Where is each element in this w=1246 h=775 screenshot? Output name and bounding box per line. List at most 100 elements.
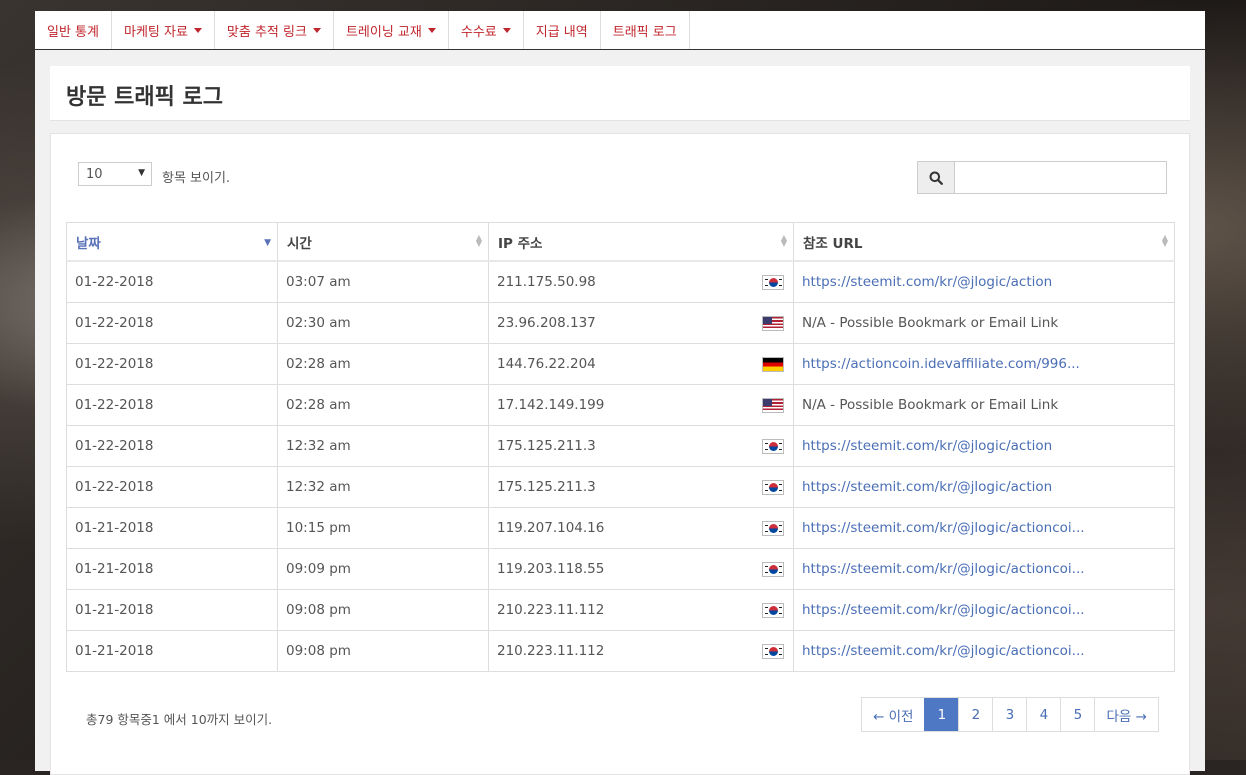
referrer-link[interactable]: https://steemit.com/kr/@jlogic/action: [802, 438, 1052, 454]
cell-time: 10:15 pm: [277, 507, 489, 549]
search-input[interactable]: [955, 161, 1167, 194]
cell-time: 09:09 pm: [277, 548, 489, 590]
nav-payment-history[interactable]: 지급 내역: [524, 11, 601, 49]
caret-down-icon: [193, 27, 202, 33]
page-title: 방문 트래픽 로그: [66, 85, 223, 110]
cell-referrer: https://steemit.com/kr/@jlogic/actioncoi…: [793, 507, 1175, 549]
cell-ip: 119.203.118.55: [488, 548, 794, 590]
cell-time: 12:32 am: [277, 466, 489, 508]
traffic-log-table: 날짜 ▼ 시간 ▲ ▼ IP 주소 ▲ ▼ 참조 URL ▲ ▼ 01-22-2018 03:0…: [66, 222, 1175, 672]
nav-commissions[interactable]: 수수료: [449, 11, 524, 49]
dropdown-arrow-icon: ▼: [138, 168, 145, 178]
column-header-referrer[interactable]: 참조 URL ▲ ▼: [793, 222, 1175, 262]
usa-flag-icon: [762, 316, 784, 331]
table-row: 01-21-2018 10:15 pm 119.207.104.16 https://…: [66, 507, 1175, 549]
table-row: 01-21-2018 09:08 pm 210.223.11.112 https://…: [66, 589, 1175, 631]
column-header-ip[interactable]: IP 주소 ▲ ▼: [488, 222, 794, 262]
referrer-link[interactable]: https://steemit.com/kr/@jlogic/action: [802, 479, 1052, 495]
cell-ip: 175.125.211.3: [488, 466, 794, 508]
cell-time: 02:30 am: [277, 302, 489, 344]
sort-icon: ▲ ▼: [1161, 233, 1168, 248]
south-korea-flag-icon: [762, 644, 784, 659]
cell-date: 01-22-2018: [66, 260, 278, 303]
ip-address: 210.223.11.112: [497, 602, 605, 618]
pagination-prev[interactable]: ← 이전: [862, 698, 924, 731]
caret-down-icon: [502, 27, 511, 33]
cell-date: 01-21-2018: [66, 507, 278, 549]
table-row: 01-22-2018 12:32 am 175.125.211.3 https://s…: [66, 425, 1175, 467]
cell-referrer: N/A - Possible Bookmark or Email Link: [793, 302, 1175, 344]
entries-length-label: 항목 보이기.: [162, 171, 231, 186]
cell-referrer: https://steemit.com/kr/@jlogic/action: [793, 425, 1175, 467]
cell-referrer: N/A - Possible Bookmark or Email Link: [793, 384, 1175, 426]
table-body: 01-22-2018 03:07 am 211.175.50.98 https://s…: [66, 260, 1175, 672]
column-header-date[interactable]: 날짜 ▼: [66, 222, 278, 262]
south-korea-flag-icon: [762, 603, 784, 618]
sort-icon: ▲ ▼: [475, 233, 482, 248]
cell-referrer: https://steemit.com/kr/@jlogic/actioncoi…: [793, 589, 1175, 631]
usa-flag-icon: [762, 398, 784, 413]
cell-referrer: https://steemit.com/kr/@jlogic/action: [793, 466, 1175, 508]
cell-referrer: https://steemit.com/kr/@jlogic/actioncoi…: [793, 630, 1175, 672]
ip-address: 144.76.22.204: [497, 356, 596, 372]
cell-date: 01-22-2018: [66, 425, 278, 467]
pagination-page-4[interactable]: 4: [1026, 698, 1060, 731]
cell-ip: 211.175.50.98: [488, 260, 794, 303]
referrer-text: N/A - Possible Bookmark or Email Link: [802, 397, 1059, 413]
cell-time: 12:32 am: [277, 425, 489, 467]
cell-time: 09:08 pm: [277, 589, 489, 631]
ip-address: 211.175.50.98: [497, 274, 596, 290]
table-info: 총79 항목중1 에서 10까지 보이기.: [86, 712, 273, 727]
pagination-next[interactable]: 다음 →: [1094, 698, 1157, 731]
table-row: 01-22-2018 12:32 am 175.125.211.3 https://s…: [66, 466, 1175, 508]
ip-address: 175.125.211.3: [497, 438, 596, 454]
cell-ip: 210.223.11.112: [488, 630, 794, 672]
pagination-page-5[interactable]: 5: [1060, 698, 1094, 731]
table-row: 01-22-2018 02:30 am 23.96.208.137 N/A - Pos…: [66, 302, 1175, 344]
nav-marketing[interactable]: 마케팅 자료: [112, 11, 215, 49]
cell-date: 01-21-2018: [66, 589, 278, 631]
cell-ip: 210.223.11.112: [488, 589, 794, 631]
table-row: 01-21-2018 09:08 pm 210.223.11.112 https://…: [66, 630, 1175, 672]
cell-date: 01-22-2018: [66, 466, 278, 508]
referrer-link[interactable]: https://actioncoin.idevaffiliate.com/996…: [802, 356, 1080, 372]
referrer-link[interactable]: https://steemit.com/kr/@jlogic/actioncoi…: [802, 520, 1085, 536]
cell-ip: 23.96.208.137: [488, 302, 794, 344]
referrer-link[interactable]: https://steemit.com/kr/@jlogic/actioncoi…: [802, 561, 1085, 577]
top-navigation: 일반 통계 마케팅 자료 맞춤 추적 링크 트레이닝 교재 수수료 지급 내역 …: [35, 11, 1205, 50]
ip-address: 119.207.104.16: [497, 520, 605, 536]
cell-ip: 144.76.22.204: [488, 343, 794, 385]
cell-time: 02:28 am: [277, 384, 489, 426]
ip-address: 210.223.11.112: [497, 643, 605, 659]
pagination-page-3[interactable]: 3: [992, 698, 1026, 731]
ip-address: 119.203.118.55: [497, 561, 605, 577]
cell-ip: 17.142.149.199: [488, 384, 794, 426]
ip-address: 23.96.208.137: [497, 315, 596, 331]
nav-custom-links[interactable]: 맞춤 추적 링크: [215, 11, 334, 49]
referrer-link[interactable]: https://steemit.com/kr/@jlogic/action: [802, 274, 1052, 290]
cell-date: 01-21-2018: [66, 630, 278, 672]
referrer-link[interactable]: https://steemit.com/kr/@jlogic/actioncoi…: [802, 643, 1085, 659]
pagination: ← 이전 1 2 3 4 5 다음 →: [861, 697, 1159, 732]
cell-ip: 119.207.104.16: [488, 507, 794, 549]
referrer-link[interactable]: https://steemit.com/kr/@jlogic/actioncoi…: [802, 602, 1085, 618]
nav-training[interactable]: 트레이닝 교재: [334, 11, 449, 49]
nav-general-stats[interactable]: 일반 통계: [35, 11, 112, 49]
referrer-text: N/A - Possible Bookmark or Email Link: [802, 315, 1059, 331]
ip-address: 175.125.211.3: [497, 479, 596, 495]
cell-date: 01-22-2018: [66, 302, 278, 344]
cell-ip: 175.125.211.3: [488, 425, 794, 467]
search-button[interactable]: [917, 161, 955, 194]
cell-time: 09:08 pm: [277, 630, 489, 672]
search-icon: [929, 171, 943, 185]
pagination-page-2[interactable]: 2: [958, 698, 992, 731]
south-korea-flag-icon: [762, 480, 784, 495]
cell-date: 01-22-2018: [66, 343, 278, 385]
entries-length-select[interactable]: 10 ▼: [78, 162, 152, 186]
south-korea-flag-icon: [762, 275, 784, 290]
cell-referrer: https://steemit.com/kr/@jlogic/actioncoi…: [793, 548, 1175, 590]
pagination-page-1[interactable]: 1: [924, 698, 959, 731]
table-header-row: 날짜 ▼ 시간 ▲ ▼ IP 주소 ▲ ▼ 참조 URL ▲ ▼: [66, 222, 1175, 262]
nav-traffic-log[interactable]: 트래픽 로그: [601, 11, 690, 49]
column-header-time[interactable]: 시간 ▲ ▼: [277, 222, 489, 262]
